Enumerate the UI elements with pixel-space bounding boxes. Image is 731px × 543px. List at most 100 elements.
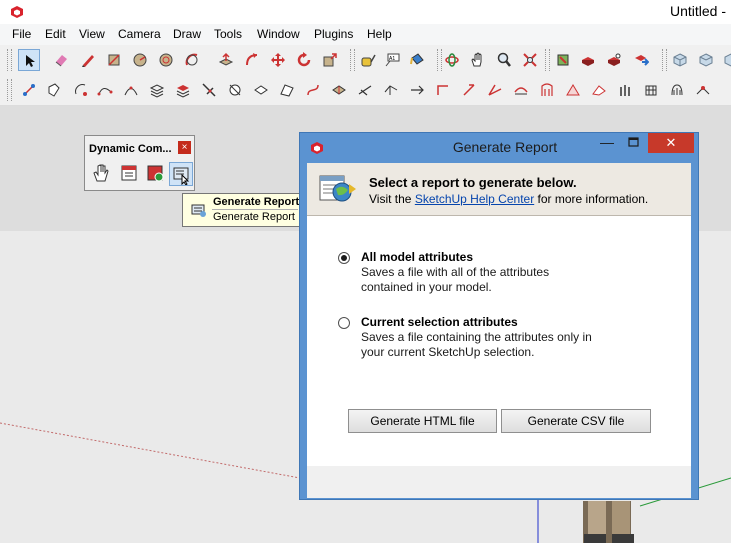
toolbar2-tool-25[interactable] [640, 79, 662, 101]
help-center-text: Visit the SketchUp Help Center for more … [369, 192, 648, 206]
toolbar2-tool-4[interactable] [94, 79, 116, 101]
follow-me-tool[interactable] [241, 49, 263, 71]
zoom-icon [497, 52, 511, 67]
tooltip-description: Generate Report [213, 211, 295, 223]
toolbar-grip[interactable] [350, 49, 355, 71]
view-iso-tool[interactable] [669, 49, 691, 71]
current-selection-attributes-label[interactable]: Current selection attributes [361, 315, 518, 329]
toolbar2-tool-24[interactable] [614, 79, 636, 101]
text-tool[interactable]: A1 [381, 49, 403, 71]
tool-3-icon [75, 84, 87, 96]
component-options-button[interactable] [118, 162, 142, 186]
menu-file[interactable]: File [12, 27, 31, 41]
toolbar-grip[interactable] [662, 49, 667, 71]
dialog-footer [307, 466, 691, 498]
tool-8-icon [202, 83, 216, 97]
menu-tools[interactable]: Tools [214, 27, 242, 41]
toolbar2-tool-3[interactable] [70, 79, 92, 101]
toolbar2-tool-27[interactable] [692, 79, 714, 101]
move-icon [271, 53, 285, 67]
toolbar2-tool-13[interactable] [328, 79, 350, 101]
component-attributes-button[interactable] [144, 162, 168, 186]
get-models-tool[interactable] [630, 49, 652, 71]
share-model-tool[interactable] [603, 49, 625, 71]
help-center-link[interactable]: SketchUp Help Center [415, 192, 534, 206]
tool-6-icon [149, 84, 165, 98]
toolbar2-tool-12[interactable] [302, 79, 324, 101]
menu-plugins[interactable]: Plugins [314, 27, 353, 41]
tool-12-icon [307, 84, 319, 96]
toolbar2-tool-20[interactable] [510, 79, 532, 101]
rotate-tool[interactable] [293, 49, 315, 71]
toolbar2-tool-17[interactable] [432, 79, 454, 101]
view-iso-icon [673, 53, 687, 67]
toolbar2-tool-18[interactable] [458, 79, 480, 101]
interact-button[interactable] [90, 162, 114, 186]
all-model-attributes-label[interactable]: All model attributes [361, 250, 473, 264]
toolbar2-tool-23[interactable] [588, 79, 610, 101]
toolbar2-tool-9[interactable] [224, 79, 246, 101]
orbit-tool[interactable] [441, 49, 463, 71]
toolbar-grip[interactable] [545, 49, 550, 71]
zoom-extents-tool[interactable] [519, 49, 541, 71]
view-top-tool[interactable] [695, 49, 717, 71]
paint-bucket-icon [410, 53, 424, 65]
toolbar-grip[interactable] [7, 79, 12, 101]
toolbar2-tool-2[interactable] [43, 79, 65, 101]
toolbar2-tool-6[interactable] [146, 79, 168, 101]
scale-icon [323, 53, 337, 67]
rectangle-tool[interactable] [103, 49, 125, 71]
generate-html-button[interactable]: Generate HTML file [348, 409, 497, 433]
all-model-attributes-radio[interactable] [338, 252, 350, 264]
select-tool[interactable] [18, 49, 40, 71]
menu-camera[interactable]: Camera [118, 27, 161, 41]
toolbar2-tool-16[interactable] [406, 79, 428, 101]
toolbar2-tool-10[interactable] [250, 79, 272, 101]
sandbox-tool[interactable] [18, 79, 40, 101]
components-tool[interactable] [552, 49, 574, 71]
pencil-tool[interactable] [77, 49, 99, 71]
menu-help[interactable]: Help [367, 27, 392, 41]
menu-window[interactable]: Window [257, 27, 300, 41]
toolbar2-tool-11[interactable] [276, 79, 298, 101]
generate-report-icon [191, 204, 206, 217]
pan-tool[interactable] [466, 49, 488, 71]
polygon-tool[interactable] [155, 49, 177, 71]
toolbar-grip[interactable] [7, 49, 12, 71]
tool-21-icon [541, 83, 553, 96]
generate-csv-button[interactable]: Generate CSV file [501, 409, 651, 433]
scale-tool[interactable] [319, 49, 341, 71]
toolbar2-tool-19[interactable] [484, 79, 506, 101]
toolbar2-tool-5[interactable] [120, 79, 142, 101]
circle-tool[interactable] [129, 49, 151, 71]
menu-view[interactable]: View [79, 27, 105, 41]
push-pull-tool[interactable] [215, 49, 237, 71]
toolbar2-tool-7[interactable] [172, 79, 194, 101]
dynamic-components-title: Dynamic Com... [89, 143, 172, 155]
toolbar2-tool-14[interactable] [354, 79, 376, 101]
toolbar2-tool-15[interactable] [380, 79, 402, 101]
minimize-button[interactable]: — [597, 134, 617, 154]
generate-report-button[interactable] [169, 162, 193, 186]
maximize-button[interactable] [624, 134, 644, 154]
dynamic-components-close-button[interactable]: × [178, 141, 191, 154]
toolbar2-tool-8[interactable] [198, 79, 220, 101]
view-front-icon [724, 53, 731, 67]
tape-measure-tool[interactable] [357, 49, 379, 71]
menu-edit[interactable]: Edit [45, 27, 66, 41]
zoom-tool[interactable] [493, 49, 515, 71]
move-tool[interactable] [267, 49, 289, 71]
toolbar2-tool-22[interactable] [562, 79, 584, 101]
toolbar2-tool-21[interactable] [536, 79, 558, 101]
dialog-close-button[interactable]: ✕ [648, 133, 694, 153]
view-front-tool[interactable] [720, 49, 731, 71]
arc-tool[interactable] [181, 49, 203, 71]
arc-icon [185, 53, 198, 66]
eraser-tool[interactable] [50, 49, 72, 71]
paint-bucket-tool[interactable] [406, 49, 428, 71]
tool-10-icon [254, 85, 268, 95]
menu-draw[interactable]: Draw [173, 27, 201, 41]
toolbar2-tool-26[interactable] [666, 79, 688, 101]
warehouse-tool[interactable] [577, 49, 599, 71]
current-selection-attributes-radio[interactable] [338, 317, 350, 329]
